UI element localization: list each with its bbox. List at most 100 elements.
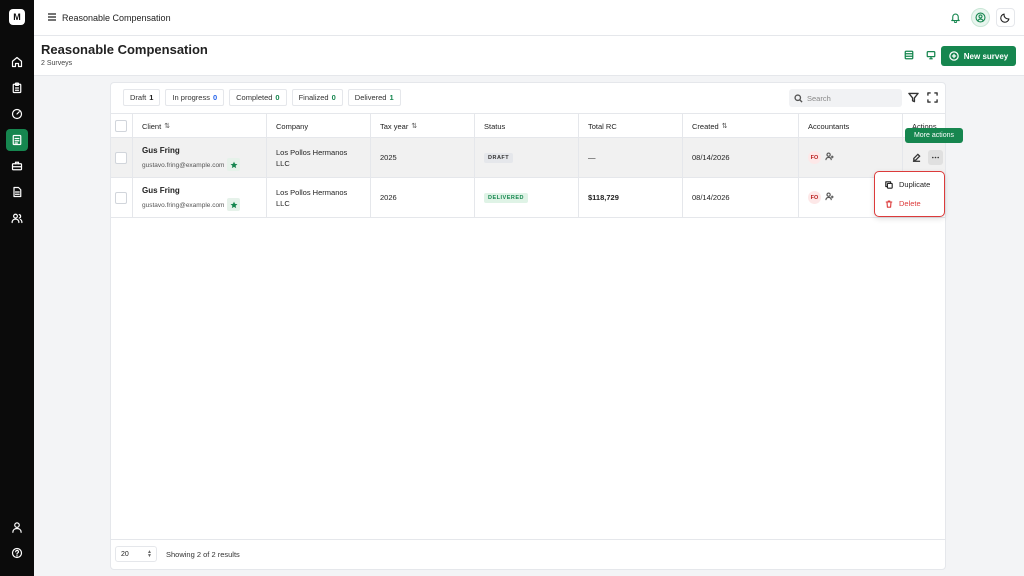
filter-count: 1 xyxy=(389,93,394,102)
user-icon xyxy=(12,522,22,533)
copy-icon xyxy=(885,180,893,189)
column-company: Company xyxy=(266,114,370,138)
company-cell: Los Pollos Hermanos LLC xyxy=(266,178,370,217)
sidebar-item-home[interactable] xyxy=(6,51,28,73)
client-name[interactable]: Gus Fring xyxy=(142,186,266,195)
page-size-select[interactable]: 20 ▲ ▼ xyxy=(115,546,157,562)
table-footer: 20 ▲ ▼ Showing 2 of 2 results xyxy=(111,539,945,569)
search-input[interactable] xyxy=(807,93,897,103)
filter-delivered[interactable]: Delivered 1 xyxy=(347,89,401,106)
monitor-icon xyxy=(926,51,936,60)
row-checkbox[interactable] xyxy=(115,191,127,204)
filter-label: In progress xyxy=(172,93,210,102)
sidebar-item-reports[interactable] xyxy=(6,181,28,203)
table-row[interactable]: Gus Fring gustavo.fring@example.com Los … xyxy=(111,138,945,178)
select-arrows-icon: ▲ ▼ xyxy=(147,549,152,559)
menu-item-label: Duplicate xyxy=(899,180,931,189)
assign-accountant-button[interactable] xyxy=(825,192,834,203)
column-label: Created xyxy=(692,121,719,131)
app-logo[interactable]: M xyxy=(9,9,25,25)
filter-count: 0 xyxy=(275,93,280,102)
filter-count: 0 xyxy=(212,93,218,102)
filter-in-progress[interactable]: In progress 0 xyxy=(165,89,225,106)
created-cell: 08/14/2026 xyxy=(682,138,798,177)
column-label: Total RC xyxy=(588,121,617,131)
table-row[interactable]: Gus Fring gustavo.fring@example.com Los … xyxy=(111,178,945,218)
help-icon xyxy=(11,547,23,559)
column-label: Tax year xyxy=(380,121,409,131)
column-tax-year[interactable]: Tax year ⇅ xyxy=(370,114,474,138)
filter-button[interactable] xyxy=(908,92,919,103)
column-status: Status xyxy=(474,114,578,138)
user-circle-icon xyxy=(975,12,986,23)
client-email: gustavo.fring@example.com xyxy=(142,161,225,169)
row-select-cell xyxy=(111,138,132,177)
user-avatar-button[interactable] xyxy=(971,8,990,27)
sidebar-item-clipboard[interactable] xyxy=(6,77,28,99)
filter-completed[interactable]: Completed 0 xyxy=(229,89,287,106)
sidebar-item-profile[interactable] xyxy=(6,516,28,538)
sidebar-item-briefcase[interactable] xyxy=(6,155,28,177)
gauge-icon xyxy=(11,108,23,120)
status-cell: DRAFT xyxy=(474,138,578,177)
filter-finalized[interactable]: Finalized 0 xyxy=(291,89,343,106)
column-label: Accountants xyxy=(808,121,850,131)
sidebar-item-help[interactable] xyxy=(6,542,28,564)
filter-draft[interactable]: Draft 1 xyxy=(123,89,161,106)
page-header: Reasonable Compensation 2 Surveys New su… xyxy=(34,36,1024,76)
clipboard-icon xyxy=(12,82,22,94)
edit-icon xyxy=(912,153,921,162)
menu-item-duplicate[interactable]: Duplicate xyxy=(885,180,930,189)
column-client[interactable]: Client ⇅ xyxy=(132,114,266,138)
column-label: Client xyxy=(142,121,162,131)
search-icon xyxy=(794,93,803,103)
funnel-icon xyxy=(908,92,919,103)
filter-label: Completed xyxy=(236,93,273,102)
created-date: 08/14/2026 xyxy=(692,153,730,162)
client-email: gustavo.fring@example.com xyxy=(142,201,225,209)
created-cell: 08/14/2026 xyxy=(682,178,798,217)
more-actions-button[interactable] xyxy=(928,150,943,165)
assign-accountant-button[interactable] xyxy=(825,152,834,163)
menu-item-delete[interactable]: Delete xyxy=(885,199,921,208)
status-badge: DRAFT xyxy=(484,152,514,163)
menu-item-label: Delete xyxy=(899,199,921,208)
menu-button[interactable] xyxy=(47,12,57,22)
client-name[interactable]: Gus Fring xyxy=(142,146,266,155)
sidebar-item-surveys[interactable] xyxy=(6,129,28,151)
row-checkbox[interactable] xyxy=(115,151,127,164)
more-actions-menu: Duplicate Delete xyxy=(874,171,945,217)
sidebar: M xyxy=(0,0,34,576)
sidebar-item-gauge[interactable] xyxy=(6,103,28,125)
accountant-avatar[interactable]: FO xyxy=(808,191,821,204)
present-view-button[interactable] xyxy=(926,50,936,62)
fullscreen-button[interactable] xyxy=(927,92,938,103)
file-text-icon xyxy=(13,186,22,198)
status-cell: DELIVERED xyxy=(474,178,578,217)
total-rc-cell: — xyxy=(578,138,682,177)
column-created[interactable]: Created ⇅ xyxy=(682,114,798,138)
edit-button[interactable] xyxy=(909,150,924,165)
company-cell: Los Pollos Hermanos LLC xyxy=(266,138,370,177)
accountant-avatar[interactable]: FO xyxy=(808,151,821,164)
list-view-button[interactable] xyxy=(904,50,914,62)
sort-icon: ⇅ xyxy=(164,123,171,130)
new-survey-button[interactable]: New survey xyxy=(941,46,1016,66)
row-select-cell xyxy=(111,178,132,217)
status-filters: Draft 1 In progress 0 Completed 0 Finalized… xyxy=(123,89,401,106)
breadcrumb: Reasonable Compensation xyxy=(62,13,171,23)
filter-label: Delivered xyxy=(354,93,387,102)
favorite-button[interactable] xyxy=(227,158,241,171)
trash-icon xyxy=(885,199,893,208)
sidebar-item-users[interactable] xyxy=(6,207,28,229)
notifications-button[interactable] xyxy=(946,8,965,27)
column-label: Status xyxy=(484,121,506,131)
favorite-button[interactable] xyxy=(227,198,241,211)
status-badge: DELIVERED xyxy=(484,192,528,203)
company-name-suffix: LLC xyxy=(276,159,290,168)
theme-toggle-button[interactable] xyxy=(996,8,1015,27)
surveys-card: Draft 1 In progress 0 Completed 0 Finalized… xyxy=(110,82,946,570)
more-horizontal-icon xyxy=(931,156,940,159)
users-icon xyxy=(11,213,23,224)
select-all-checkbox[interactable] xyxy=(115,120,127,132)
